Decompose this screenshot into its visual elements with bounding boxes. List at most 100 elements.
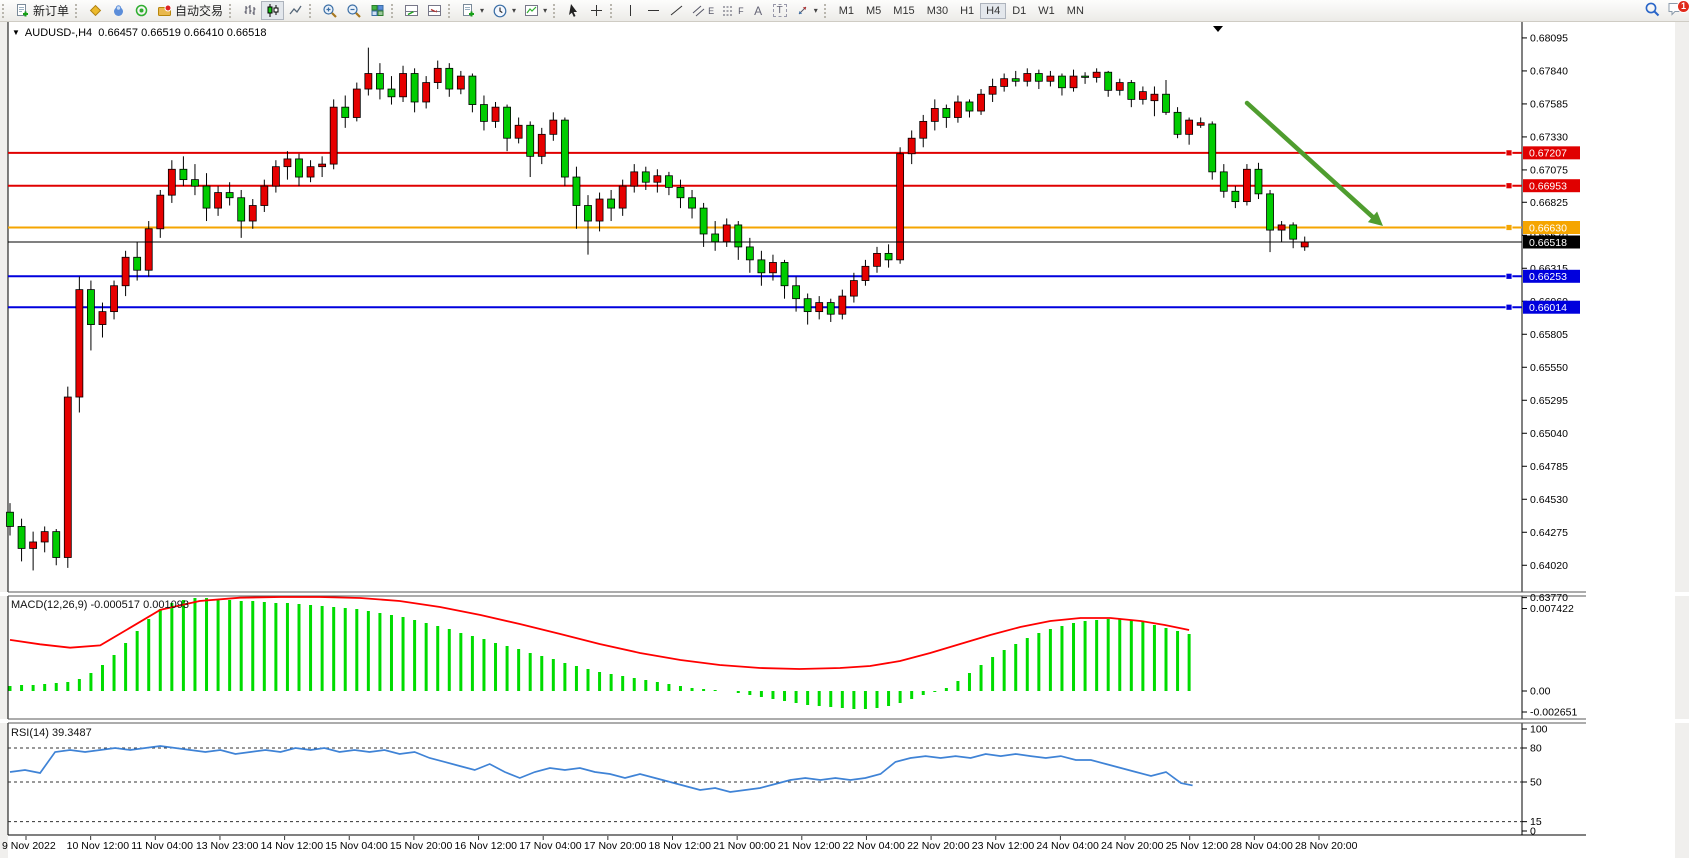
- price-tag-label: 0.66253: [1529, 271, 1567, 283]
- chevron-down-icon[interactable]: ▼: [12, 28, 20, 37]
- profiles-button[interactable]: [107, 1, 130, 20]
- toolbar-grip[interactable]: [2, 4, 8, 18]
- candle-body: [41, 532, 48, 542]
- toolbar-grip[interactable]: [391, 4, 397, 18]
- macd-name: MACD(12,26,9): [11, 599, 87, 611]
- search-icon[interactable]: [1644, 1, 1661, 21]
- candle-body: [388, 89, 395, 97]
- timeframe-group: M1M5M15M30H1H4D1W1MN: [833, 0, 1090, 21]
- candle-body: [296, 159, 303, 177]
- channel-tool[interactable]: E: [688, 1, 718, 20]
- chart-canvas[interactable]: 0.680950.678400.675850.673300.670750.668…: [0, 0, 1689, 858]
- timeframe-M30[interactable]: M30: [921, 3, 954, 19]
- timeframe-H1[interactable]: H1: [954, 3, 980, 19]
- candle-body: [538, 134, 545, 156]
- candle-body: [191, 180, 198, 186]
- candle-body: [1128, 83, 1135, 100]
- indicator-window-button[interactable]: [400, 1, 423, 20]
- panel-splitter[interactable]: [0, 592, 1689, 596]
- arrows-tool[interactable]: ▾: [791, 1, 822, 20]
- timeframe-W1[interactable]: W1: [1032, 3, 1061, 19]
- signals-button[interactable]: [130, 1, 153, 20]
- notifications-button[interactable]: 1: [1667, 1, 1685, 20]
- line-handle-0.66953[interactable]: [1506, 183, 1512, 189]
- time-label: 14 Nov 12:00: [261, 840, 324, 852]
- fibonacci-tool[interactable]: F: [718, 1, 748, 20]
- tile-windows-button[interactable]: [366, 1, 389, 20]
- zoom-out-button[interactable]: [342, 1, 366, 20]
- candle-body: [376, 74, 383, 90]
- timeframe-M15[interactable]: M15: [887, 3, 920, 19]
- line-handle-0.66014[interactable]: [1506, 304, 1512, 310]
- horizontal-line-tool[interactable]: [642, 1, 665, 20]
- new-order-button[interactable]: 新订单: [11, 1, 73, 20]
- line-chart-button[interactable]: [284, 1, 307, 20]
- candle-body: [411, 74, 418, 102]
- candle-body: [157, 195, 164, 229]
- vertical-line-tool[interactable]: [619, 1, 642, 20]
- toolbar-grip[interactable]: [229, 4, 235, 18]
- timeframe-MN[interactable]: MN: [1061, 3, 1090, 19]
- trendline-tool[interactable]: [665, 1, 688, 20]
- charts-button[interactable]: [84, 1, 107, 20]
- toolbar-grip[interactable]: [553, 4, 559, 18]
- candle-body: [492, 107, 499, 121]
- time-label: 28 Nov 20:00: [1295, 840, 1358, 852]
- candle-body: [1186, 120, 1193, 134]
- time-label: 23 Nov 12:00: [972, 840, 1035, 852]
- price-tick-label: 0.67075: [1530, 164, 1568, 176]
- tile-windows-icon: [370, 3, 385, 18]
- signal-icon: [134, 3, 149, 18]
- toolbar-grip[interactable]: [448, 4, 454, 18]
- bar-chart-button[interactable]: [238, 1, 261, 20]
- indicator-window-alt-button[interactable]: [423, 1, 446, 20]
- mt4-window: 新订单 自动交易: [0, 0, 1689, 858]
- candle-body: [1232, 191, 1239, 201]
- toolbar-grip[interactable]: [610, 4, 616, 18]
- line-handle-0.66630[interactable]: [1506, 225, 1512, 231]
- line-handle-0.66253[interactable]: [1506, 273, 1512, 279]
- line-handle-0.67207[interactable]: [1506, 150, 1512, 156]
- panel-splitter[interactable]: [0, 719, 1689, 723]
- candle-body: [804, 299, 811, 312]
- candle-body: [307, 167, 314, 177]
- timeframe-H4[interactable]: H4: [980, 3, 1006, 19]
- candle-body: [1105, 72, 1112, 90]
- macd-tick-label: 0.00: [1530, 686, 1551, 698]
- candle-body: [527, 125, 534, 156]
- candle-body: [53, 532, 60, 558]
- label-tool[interactable]: T: [769, 1, 791, 20]
- candlestick-chart-button[interactable]: [261, 1, 284, 20]
- left-margin: [0, 21, 8, 858]
- cursor-button[interactable]: [562, 1, 585, 20]
- periods-button[interactable]: ▾: [488, 1, 520, 20]
- candle-body: [1290, 225, 1297, 239]
- toolbar-grip[interactable]: [309, 4, 315, 18]
- timeframe-M1[interactable]: M1: [833, 3, 860, 19]
- auto-trading-icon: [157, 3, 172, 18]
- candle-body: [87, 290, 94, 325]
- text-tool[interactable]: A: [748, 1, 769, 20]
- auto-trading-button[interactable]: 自动交易: [153, 1, 227, 20]
- candle-body: [954, 102, 961, 118]
- candle-body: [1139, 92, 1146, 100]
- toolbar: 新订单 自动交易: [0, 0, 1689, 22]
- crosshair-button[interactable]: [585, 1, 608, 20]
- price-tag-label: 0.66630: [1529, 222, 1567, 234]
- candle-body: [793, 286, 800, 299]
- add-indicator-button[interactable]: ▾: [457, 1, 488, 20]
- candle-body: [76, 290, 83, 397]
- clock-icon: [492, 3, 508, 19]
- timeframe-D1[interactable]: D1: [1006, 3, 1032, 19]
- zoom-in-button[interactable]: [318, 1, 342, 20]
- toolbar-grip[interactable]: [75, 4, 81, 18]
- candle-body: [827, 303, 834, 315]
- chart-background: [0, 21, 1689, 858]
- candle-body: [480, 105, 487, 122]
- timeframe-M5[interactable]: M5: [860, 3, 887, 19]
- templates-button[interactable]: ▾: [520, 1, 551, 20]
- candle-body: [272, 167, 279, 186]
- toolbar-grip[interactable]: [824, 4, 830, 18]
- dropdown-caret-icon: ▾: [543, 6, 547, 15]
- time-label: 16 Nov 12:00: [455, 840, 518, 852]
